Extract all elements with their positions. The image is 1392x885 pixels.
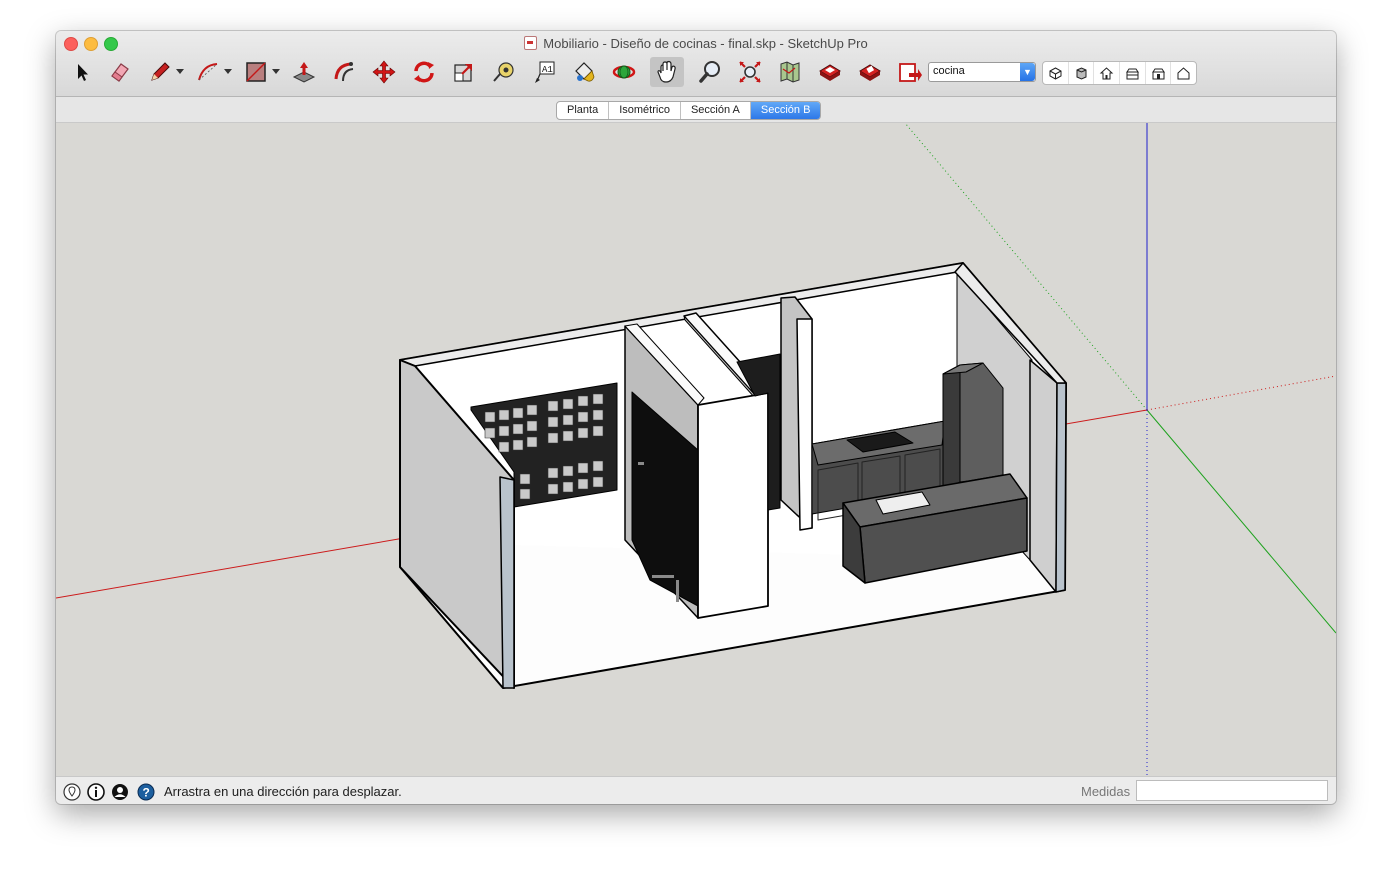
right-wall-edge	[1055, 382, 1067, 593]
help-icon[interactable]: ?	[137, 783, 155, 801]
layer-select[interactable]: cocina ▼	[928, 62, 1036, 82]
credits-icon[interactable]	[87, 783, 105, 801]
zoom-extents-tool-button[interactable]	[736, 57, 764, 87]
back-view-icon	[1151, 68, 1165, 79]
warehouse-icon	[819, 64, 841, 81]
svg-text:?: ?	[143, 786, 150, 800]
zoom-icon	[699, 61, 720, 83]
select-tool-button[interactable]	[68, 57, 96, 87]
extension-warehouse-button[interactable]	[856, 57, 884, 87]
line-tool-dropdown-icon[interactable]	[176, 69, 184, 74]
status-message: Arrastra en una dirección para desplazar…	[164, 784, 402, 799]
arc-tool-button[interactable]	[194, 57, 222, 87]
scene-tabs: Planta Isométrico Sección A Sección B	[556, 101, 822, 120]
front-view-button[interactable]	[1094, 62, 1121, 84]
tab-planta[interactable]: Planta	[557, 102, 610, 119]
pencil-line-icon	[151, 62, 170, 81]
iso-view-button[interactable]	[1043, 62, 1069, 84]
pan-hand-icon	[657, 60, 676, 83]
partition-wall-2-face	[796, 318, 813, 531]
arc-icon	[198, 63, 218, 81]
scene-tabs-bar: Planta Isométrico Sección A Sección B	[56, 97, 1336, 123]
fridge-front	[959, 362, 1004, 483]
tab-seccion-a[interactable]: Sección A	[681, 102, 751, 119]
right-view-button[interactable]	[1120, 62, 1146, 84]
top-view-icon	[1076, 66, 1086, 80]
measurements-label: Medidas	[1081, 784, 1131, 799]
layout-send-icon	[899, 63, 922, 82]
model-canvas[interactable]	[56, 123, 1336, 776]
send-to-layout-button[interactable]	[896, 57, 924, 87]
follow-me-tool-button[interactable]	[330, 57, 358, 87]
tape-measure-tool-button[interactable]	[490, 57, 518, 87]
chevron-down-icon[interactable]: ▼	[1020, 63, 1035, 81]
window-title: Mobiliario - Diseño de cocinas - final.s…	[56, 36, 1336, 51]
geo-location-tool-button[interactable]	[776, 57, 804, 87]
front-view-icon	[1099, 66, 1114, 79]
text-icon: A1	[535, 61, 555, 83]
rectangle-icon	[246, 62, 266, 82]
right-wall-face	[1029, 359, 1058, 593]
paint-bucket-tool-button[interactable]	[570, 57, 598, 87]
red-axis-dotted	[1146, 375, 1336, 411]
rotate-tool-button[interactable]	[410, 57, 438, 87]
kitchen-model[interactable]	[399, 262, 1067, 689]
measurements-input[interactable]	[1136, 780, 1328, 801]
geo-location-icon[interactable]	[63, 783, 81, 801]
left-view-icon	[1177, 66, 1190, 79]
left-wall-edge	[499, 476, 515, 689]
right-view-icon	[1125, 68, 1139, 79]
title-bar: Mobiliario - Diseño de cocinas - final.s…	[56, 31, 1336, 97]
pan-tool-button[interactable]	[650, 57, 684, 87]
zoom-extents-icon	[739, 61, 761, 83]
arc-tool-dropdown-icon[interactable]	[224, 69, 232, 74]
zoom-tool-button[interactable]	[696, 57, 724, 87]
eraser-icon	[111, 63, 129, 82]
3d-warehouse-button[interactable]	[816, 57, 844, 87]
map-icon	[780, 61, 800, 83]
extension-warehouse-icon	[859, 64, 881, 81]
select-icon	[78, 64, 88, 81]
push-pull-tool-button[interactable]	[290, 57, 318, 87]
svg-text:A1: A1	[542, 65, 553, 75]
model-viewport[interactable]	[56, 123, 1336, 776]
eraser-tool-button[interactable]	[106, 57, 134, 87]
tape-measure-icon	[493, 62, 514, 82]
sketchup-window: Mobiliario - Diseño de cocinas - final.s…	[56, 31, 1336, 804]
standard-views-toolbar	[1042, 61, 1197, 85]
offset-icon	[334, 62, 354, 82]
line-tool-button[interactable]	[146, 57, 174, 87]
tab-isometrico[interactable]: Isométrico	[609, 102, 681, 119]
orbit-tool-button[interactable]	[610, 57, 638, 87]
scale-icon	[454, 64, 472, 82]
scale-tool-button[interactable]	[450, 57, 478, 87]
layer-select-value: cocina	[933, 65, 965, 77]
move-tool-button[interactable]	[370, 57, 398, 87]
user-account-icon[interactable]	[111, 783, 129, 801]
tab-seccion-b[interactable]: Sección B	[750, 102, 821, 119]
top-view-button[interactable]	[1069, 62, 1095, 84]
green-axis-solid	[1146, 409, 1336, 634]
rotate-icon	[414, 61, 434, 83]
window-title-text: Mobiliario - Diseño de cocinas - final.s…	[543, 36, 868, 51]
fridge-side	[942, 364, 961, 491]
left-view-button[interactable]	[1171, 62, 1196, 84]
iso-view-icon	[1049, 66, 1062, 80]
document-icon	[524, 36, 538, 50]
back-view-button[interactable]	[1146, 62, 1172, 84]
status-bar: ? Arrastra en una dirección para desplaz…	[56, 776, 1336, 804]
rectangle-tool-dropdown-icon[interactable]	[272, 69, 280, 74]
move-icon	[372, 60, 396, 84]
orbit-icon	[612, 65, 636, 79]
rectangle-tool-button[interactable]	[242, 57, 270, 87]
paint-bucket-icon	[575, 62, 595, 82]
hallway-wall-front	[697, 392, 769, 619]
push-pull-icon	[292, 62, 316, 83]
text-tool-button[interactable]: A1	[530, 57, 558, 87]
